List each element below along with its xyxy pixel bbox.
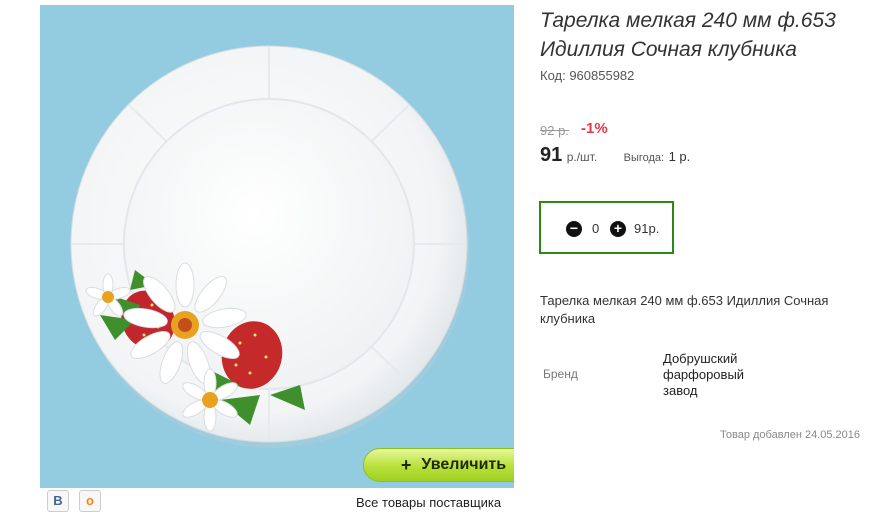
quantity-sum: 91р. [634,221,660,236]
odnoklassniki-icon: о [86,493,94,508]
plus-icon: + [400,454,412,475]
price-value: 91 [540,144,563,166]
share-odnoklassniki-button[interactable]: о [79,490,101,512]
share-vk-button[interactable]: В [47,490,69,512]
quantity-stepper: − 0 + 91р. [539,201,674,254]
all-supplier-goods-link[interactable]: Все товары поставщика [356,495,501,510]
product-title-line1: Тарелка мелкая 240 мм ф.653 [540,9,836,32]
plus-icon[interactable]: + [610,221,626,237]
discount-badge: -1% [581,120,608,137]
plate-image [70,45,470,448]
price-unit: р./шт. [566,150,598,164]
added-date: Товар добавлен 24.05.2016 [720,429,861,441]
vk-icon: В [53,493,63,508]
product-title: Тарелка мелкая 240 мм ф.653 Идиллия Сочн… [540,6,871,64]
old-price: 92 р. [540,123,569,138]
product-code: Код: 960855982 [540,68,635,83]
brand-label: Бренд [543,367,578,381]
minus-icon[interactable]: − [566,221,582,237]
zoom-button-label: Увеличить [421,456,507,473]
benefit-value: 1 р. [668,149,691,164]
benefit-label: Выгода: [623,152,665,164]
product-description: Тарелка мелкая 240 мм ф.653 Идиллия Сочн… [540,293,829,326]
zoom-button[interactable]: + Увеличить [363,448,514,482]
price-row: 91 р./шт. Выгода: 1 р. [540,144,690,167]
quantity-value[interactable]: 0 [592,221,599,236]
brand-value: Добрушский фарфоровый завод [663,351,745,398]
product-photo[interactable]: + Увеличить [40,5,514,488]
product-title-line2: Идиллия Сочная клубника [540,38,797,61]
